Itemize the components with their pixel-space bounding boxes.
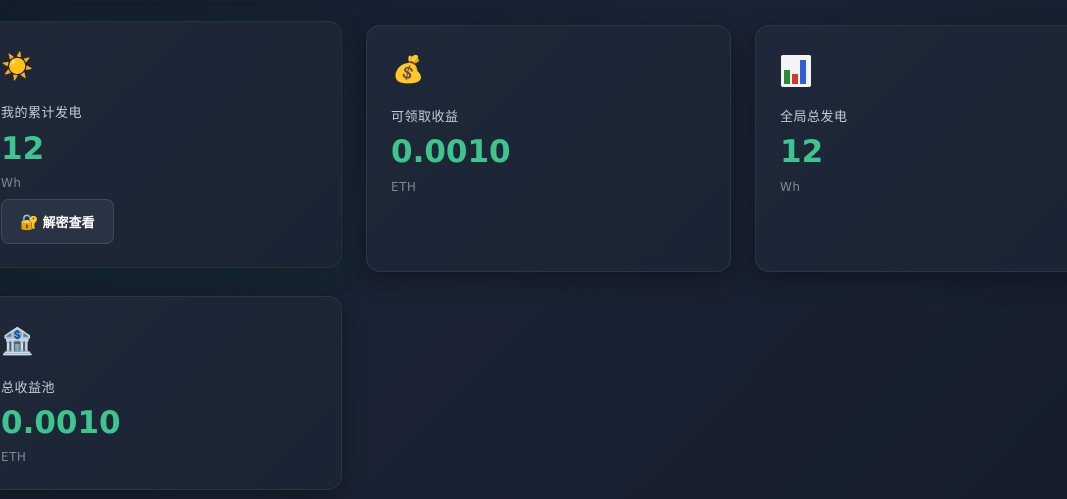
revenue-pool-value: 0.0010 [1, 405, 121, 441]
global-generation-value: 12 [780, 134, 824, 170]
bank-icon: 🏦 [1, 327, 34, 357]
global-generation-label: 全局总发电 [780, 110, 848, 125]
bar-chart-icon [781, 55, 811, 87]
claimable-revenue-label: 可领取收益 [391, 110, 459, 125]
my-generation-value: 12 [1, 131, 45, 167]
claimable-revenue-card: 💰 可领取收益 0.0010 ETH [366, 25, 731, 272]
claimable-revenue-value: 0.0010 [391, 134, 511, 170]
dashboard: ☀️ 我的累计发电 12 Wh 🔐 解密查看 💰 可领取收益 0.0010 ET… [0, 0, 1067, 499]
claimable-revenue-unit: ETH [391, 180, 417, 194]
money-bag-icon: 💰 [392, 55, 425, 85]
sun-icon: ☀️ [1, 52, 34, 82]
global-generation-card: 全局总发电 12 Wh [755, 25, 1067, 272]
lock-key-icon: 🔐 [20, 212, 39, 231]
revenue-pool-label: 总收益池 [1, 381, 56, 396]
my-generation-label: 我的累计发电 [1, 106, 83, 121]
global-generation-unit: Wh [780, 180, 801, 194]
my-generation-unit: Wh [1, 176, 22, 190]
decrypt-view-button-label: 解密查看 [42, 216, 95, 231]
revenue-pool-card: 🏦 总收益池 0.0010 ETH [0, 296, 342, 490]
revenue-pool-unit: ETH [1, 450, 27, 464]
my-generation-card: ☀️ 我的累计发电 12 Wh 🔐 解密查看 [0, 21, 342, 268]
decrypt-view-button[interactable]: 🔐 解密查看 [1, 199, 114, 244]
